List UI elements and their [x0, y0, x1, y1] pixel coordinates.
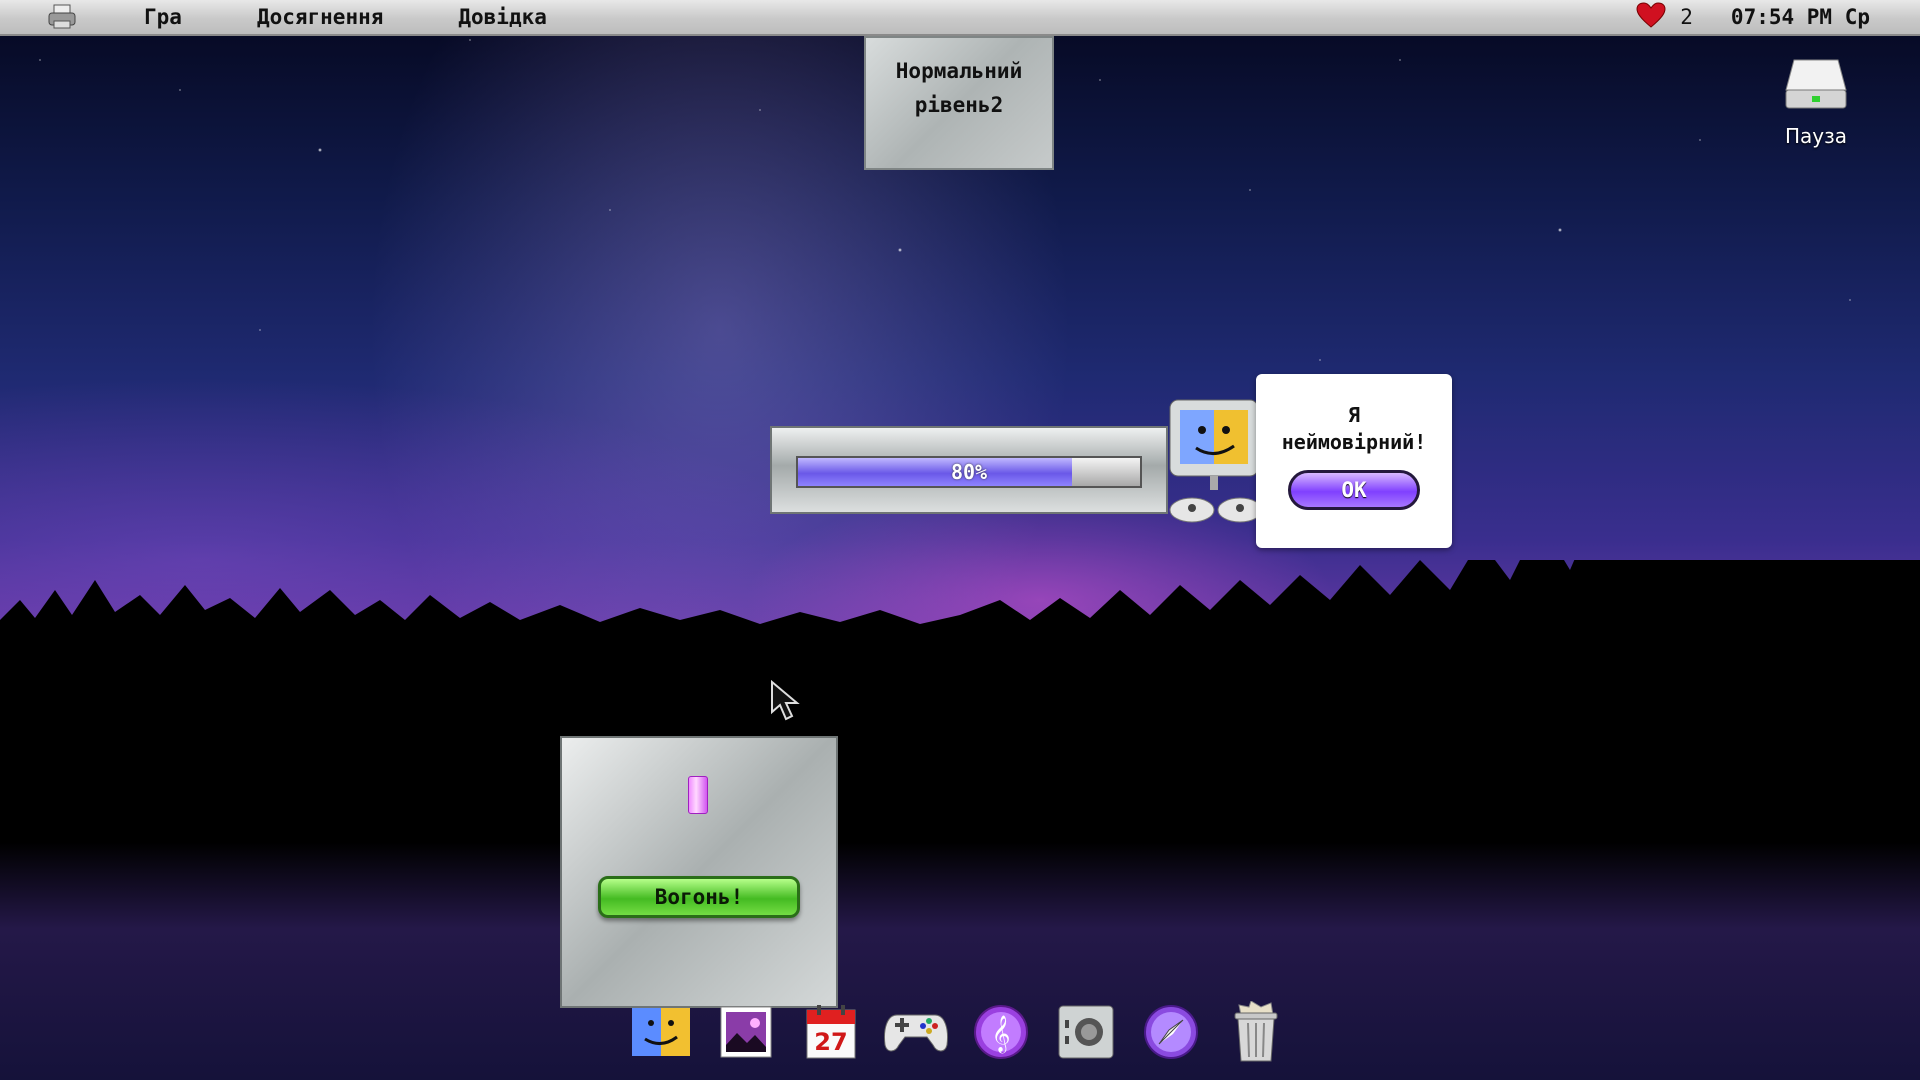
progress-bar: 80% [796, 456, 1142, 488]
message-dialog: Я неймовірний! OK [1256, 374, 1452, 548]
level-number: рівень2 [914, 93, 1004, 117]
safe-icon[interactable] [1053, 1000, 1119, 1064]
finder-icon[interactable] [628, 1000, 694, 1064]
level-difficulty: Нормальний [895, 59, 1023, 83]
dialog-line-1: Я [1347, 403, 1361, 427]
pause-label: Пауза [1784, 124, 1848, 148]
menu-bar: Гра Досягнення Довідка 2 07:54 PM Ср [0, 0, 1920, 36]
progress-panel: 80% [770, 426, 1168, 514]
calendar-icon[interactable]: 27 [798, 1000, 864, 1064]
gamepad-icon[interactable] [883, 1000, 949, 1064]
progress-percent: 80% [950, 460, 988, 484]
hard-drive-icon [1785, 59, 1847, 109]
photo-icon[interactable] [713, 1000, 779, 1064]
level-panel: Нормальний рівень2 [864, 36, 1054, 170]
menu-achievements[interactable]: Досягнення [257, 5, 383, 29]
pause-drive[interactable]: Пауза [1768, 56, 1864, 148]
ok-button[interactable]: OK [1288, 470, 1420, 510]
mascot-computer-icon [1168, 398, 1263, 530]
svg-text:𝄞: 𝄞 [992, 1014, 1011, 1053]
fire-button[interactable]: Вогонь! [598, 876, 800, 918]
menu-help[interactable]: Довідка [458, 5, 547, 29]
menubar-clock[interactable]: 07:54 PM Ср [1731, 5, 1870, 29]
music-icon[interactable]: 𝄞 [968, 1000, 1034, 1064]
fire-panel: Вогонь! [560, 736, 838, 1008]
forest-silhouette [0, 560, 1920, 800]
printer-logo-icon[interactable] [40, 4, 84, 30]
menu-game[interactable]: Гра [144, 5, 182, 29]
dialog-message: Я неймовірний! [1256, 374, 1452, 456]
bullet-icon [688, 776, 708, 814]
dialog-line-2: неймовірний! [1281, 430, 1427, 454]
dock: 27 𝄞 [628, 1000, 1308, 1080]
compass-icon[interactable] [1138, 1000, 1204, 1064]
calendar-day: 27 [814, 1028, 847, 1056]
lives-count: 2 [1680, 5, 1693, 29]
mouse-cursor-icon [771, 680, 800, 721]
heart-icon [1636, 1, 1666, 33]
trash-icon[interactable] [1223, 1000, 1289, 1064]
